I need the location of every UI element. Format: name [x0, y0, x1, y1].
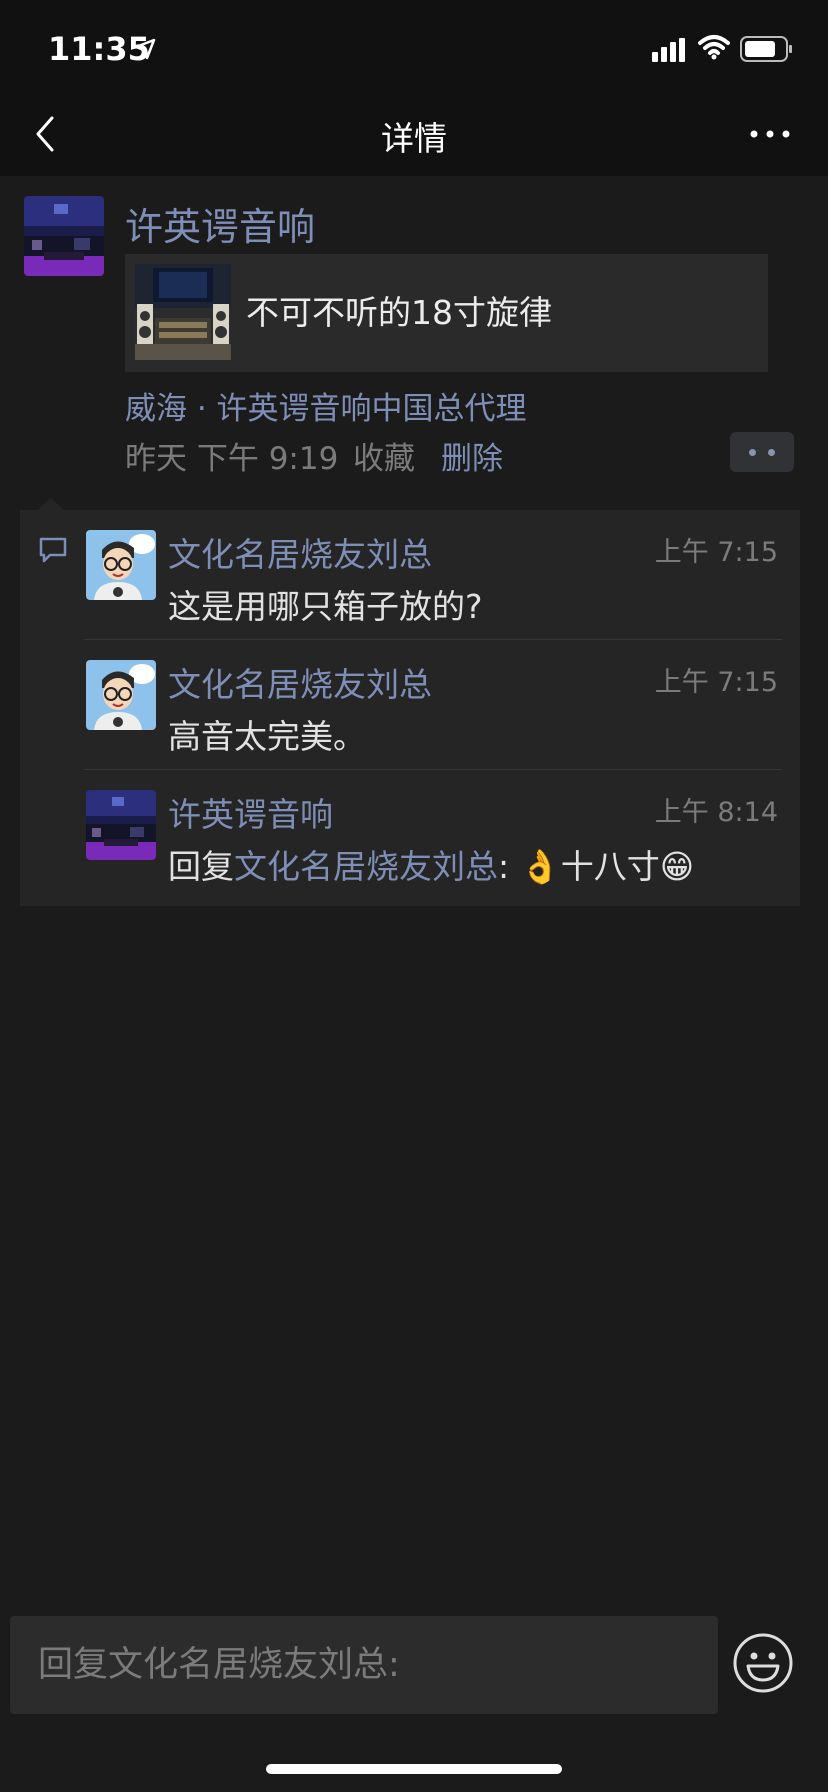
comments-arrow: [38, 498, 64, 510]
cartoon-avatar-icon: [86, 660, 156, 730]
comment-time: 上午 7:15: [654, 537, 778, 568]
reply-text: : 👌十八寸😁: [498, 847, 695, 886]
reply-prefix: 回复: [168, 847, 234, 886]
shared-link-card[interactable]: 不可不听的18寸旋律: [125, 254, 768, 372]
delete-button[interactable]: 删除: [441, 433, 503, 478]
comment-author[interactable]: 文化名居烧友刘总: [168, 658, 432, 706]
wifi-icon: [698, 35, 730, 60]
commenter-avatar[interactable]: [86, 530, 156, 600]
comment-text: 回复文化名居烧友刘总: 👌十八寸😁: [168, 840, 694, 888]
post-location[interactable]: 威海 · 许英谔音响中国总代理: [125, 383, 527, 428]
post-author-name[interactable]: 许英谔音响: [125, 196, 315, 251]
comment-item[interactable]: 文化名居烧友刘总 上午 7:15 高音太完美。: [20, 640, 800, 770]
commenter-avatar[interactable]: [86, 660, 156, 730]
location-arrow-icon: [134, 38, 156, 60]
home-indicator[interactable]: [266, 1764, 562, 1774]
emoji-icon[interactable]: [732, 1632, 794, 1694]
page-title: 详情: [381, 119, 447, 158]
comment-text: 这是用哪只箱子放的?: [168, 587, 483, 626]
cellular-signal-icon: [652, 38, 685, 62]
comment-time: 上午 8:14: [654, 797, 778, 828]
comment-time: 上午 7:15: [654, 667, 778, 698]
like-comment-menu-button[interactable]: [730, 432, 794, 472]
speaker-photo-icon: [135, 264, 231, 360]
reply-target-name[interactable]: 文化名居烧友刘总: [234, 847, 498, 886]
favorite-button[interactable]: 收藏: [353, 433, 415, 478]
battery-icon: [740, 36, 792, 62]
comment-item[interactable]: 许英谔音响 上午 8:14 回复文化名居烧友刘总: 👌十八寸😁: [20, 770, 800, 900]
comments-section: 文化名居烧友刘总 上午 7:15 这是用哪只箱子放的? 文化名居烧友刘总 上午 …: [20, 510, 800, 906]
more-dots-icon[interactable]: [748, 116, 792, 152]
comment-item[interactable]: 文化名居烧友刘总 上午 7:15 这是用哪只箱子放的?: [20, 510, 800, 640]
studio-photo-icon: [24, 196, 104, 276]
shared-link-title: 不可不听的18寸旋律: [246, 293, 552, 332]
post-author-avatar[interactable]: [24, 196, 104, 276]
commenter-avatar[interactable]: [86, 790, 156, 860]
shared-link-thumbnail: [135, 264, 231, 360]
comment-author[interactable]: 许英谔音响: [168, 788, 333, 836]
reply-input[interactable]: [10, 1616, 718, 1714]
studio-photo-icon: [86, 790, 156, 860]
post-time: 昨天 下午 9:19: [125, 441, 339, 477]
cartoon-avatar-icon: [86, 530, 156, 600]
status-bar: 11:35: [0, 0, 828, 92]
comment-text: 高音太完美。: [168, 717, 366, 756]
comment-author[interactable]: 文化名居烧友刘总: [168, 528, 432, 576]
nav-bar: 详情: [0, 92, 828, 176]
